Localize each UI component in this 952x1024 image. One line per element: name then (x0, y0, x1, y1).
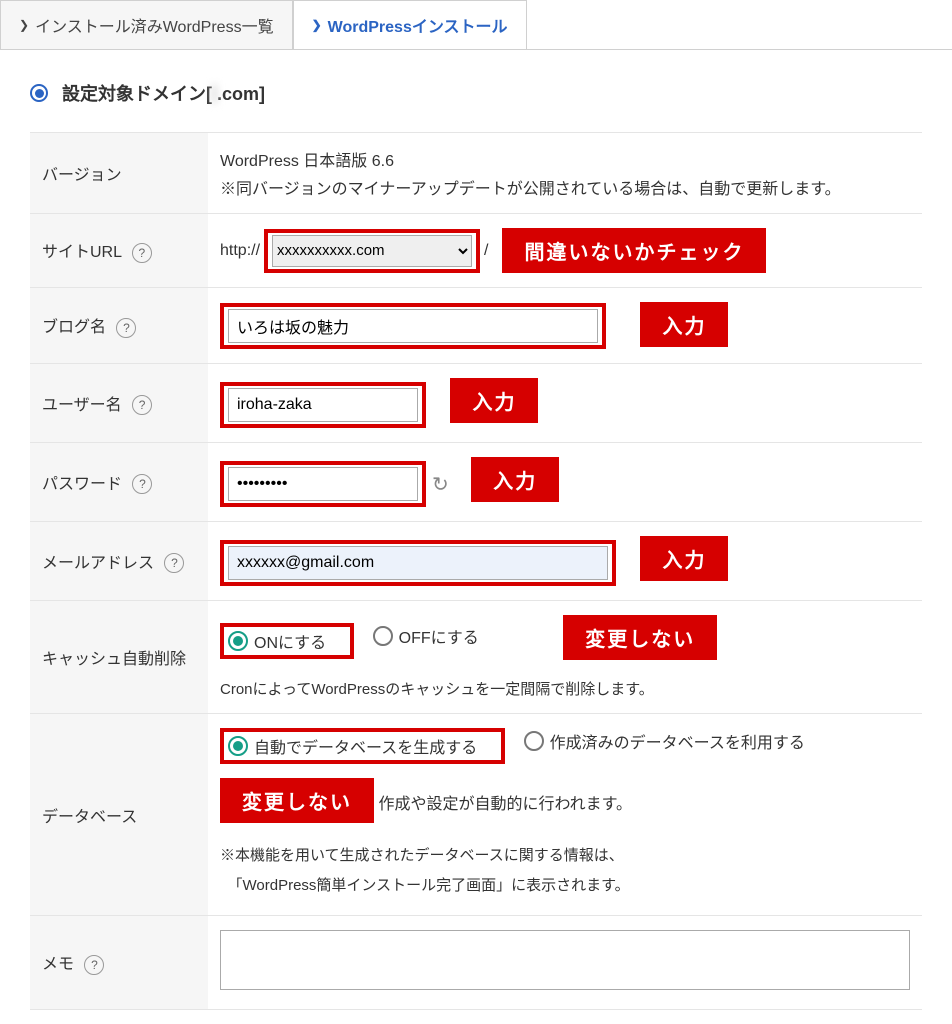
help-icon[interactable]: ? (116, 318, 136, 338)
username-label: ユーザー名 (42, 397, 122, 414)
radio-off-icon (524, 731, 544, 751)
tabs: ❯ インストール済みWordPress一覧 ❯ WordPressインストール (0, 0, 952, 50)
cache-note: CronによってWordPressのキャッシュを一定間隔で削除します。 (220, 678, 910, 699)
row-cache-th: キャッシュ自動削除 (30, 601, 208, 714)
content: 設定対象ドメイン[ .com] バージョン WordPress 日本語版 6.6… (0, 50, 952, 1010)
help-icon[interactable]: ? (132, 243, 152, 263)
row-memo-th: メモ ? (30, 916, 208, 1010)
url-slash: / (484, 242, 488, 260)
tab-label: インストール済みWordPress一覧 (35, 13, 274, 37)
row-db-td: 自動でデータベースを生成する 作成済みのデータベースを利用する 変更しない 作成… (208, 714, 922, 916)
row-version-th: バージョン (30, 133, 208, 214)
row-siteurl-td: http:// xxxxxxxxxx.com / 間違いないかチェック (208, 214, 922, 288)
callout-nochange: 変更しない (220, 778, 374, 823)
help-icon[interactable]: ? (84, 955, 104, 975)
row-password-td: ↻ 入力 (208, 443, 922, 522)
radio-selected-icon[interactable] (30, 84, 48, 102)
row-memo-td (208, 916, 922, 1010)
cache-on-label: ONにする (254, 629, 326, 653)
target-domain-row: 設定対象ドメイン[ .com] (30, 80, 922, 133)
callout-input: 入力 (450, 378, 538, 423)
db-auto-option[interactable]: 自動でデータベースを生成する (228, 734, 477, 758)
callout-input: 入力 (640, 302, 728, 347)
cache-on-option[interactable]: ONにする (228, 629, 326, 653)
row-db-th: データベース (30, 714, 208, 916)
password-input[interactable] (228, 467, 418, 501)
row-version-td: WordPress 日本語版 6.6 ※同バージョンのマイナーアップデートが公開… (208, 133, 922, 214)
callout-box-cache: ONにする (220, 623, 354, 659)
chevron-down-icon: ❯ (312, 18, 322, 32)
domain-label: 設定対象ドメイン[ .com] (62, 80, 265, 106)
memo-input[interactable] (220, 930, 910, 990)
version-text: WordPress 日本語版 6.6 (220, 147, 910, 171)
callout-box-email (220, 540, 616, 586)
domain-prefix: 設定対象ドメイン[ (62, 84, 212, 104)
db-note-2: 「WordPress簡単インストール完了画面」に表示されます。 (220, 871, 910, 901)
username-input[interactable] (228, 388, 418, 422)
blogname-label: ブログ名 (42, 319, 106, 336)
db-note-1: ※本機能を用いて生成されたデータベースに関する情報は、 (220, 841, 910, 871)
blogname-input[interactable] (228, 309, 598, 343)
chevron-right-icon: ❯ (19, 18, 29, 32)
tab-installed-list[interactable]: ❯ インストール済みWordPress一覧 (0, 0, 293, 49)
tab-label: WordPressインストール (328, 13, 508, 37)
db-existing-option[interactable]: 作成済みのデータベースを利用する (524, 729, 805, 753)
row-blogname-th: ブログ名 ? (30, 288, 208, 364)
domain-select[interactable]: xxxxxxxxxx.com (272, 235, 472, 267)
radio-on-icon (228, 736, 248, 756)
callout-box-blogname (220, 303, 606, 349)
tab-install[interactable]: ❯ WordPressインストール (293, 0, 527, 49)
siteurl-label: サイトURL (42, 244, 121, 261)
domain-masked (212, 84, 217, 104)
db-note: ※本機能を用いて生成されたデータベースに関する情報は、 「WordPress簡単… (220, 841, 910, 901)
refresh-icon[interactable]: ↻ (432, 472, 449, 497)
row-username-td: 入力 (208, 364, 922, 443)
db-tail-text: 作成や設定が自動的に行われます。 (378, 796, 632, 813)
row-username-th: ユーザー名 ? (30, 364, 208, 443)
callout-box-password (220, 461, 426, 507)
password-label: パスワード (42, 476, 122, 493)
row-email-th: メールアドレス ? (30, 522, 208, 601)
email-input[interactable] (228, 546, 608, 580)
domain-suffix: .com] (217, 84, 265, 104)
cache-off-label: OFFにする (399, 624, 479, 648)
radio-off-icon (373, 626, 393, 646)
callout-box-username (220, 382, 426, 428)
row-email-td: 入力 (208, 522, 922, 601)
email-label: メールアドレス (42, 555, 154, 572)
callout-nochange: 変更しない (563, 615, 717, 660)
callout-check: 間違いないかチェック (502, 228, 766, 273)
db-auto-label: 自動でデータベースを生成する (254, 734, 477, 758)
row-cache-td: ONにする OFFにする 変更しない CronによってWordPressのキャッ… (208, 601, 922, 714)
help-icon[interactable]: ? (164, 553, 184, 573)
cache-off-option[interactable]: OFFにする (373, 624, 479, 648)
help-icon[interactable]: ? (132, 474, 152, 494)
db-existing-label: 作成済みのデータベースを利用する (550, 729, 805, 753)
callout-input: 入力 (640, 536, 728, 581)
callout-box-url: xxxxxxxxxx.com (264, 229, 480, 273)
url-proto: http:// (220, 242, 260, 260)
callout-input: 入力 (471, 457, 559, 502)
version-note: ※同バージョンのマイナーアップデートが公開されている場合は、自動で更新します。 (220, 175, 910, 199)
radio-on-icon (228, 631, 248, 651)
memo-label: メモ (42, 956, 74, 973)
callout-box-db: 自動でデータベースを生成する (220, 728, 505, 764)
settings-table: バージョン WordPress 日本語版 6.6 ※同バージョンのマイナーアップ… (30, 133, 922, 1010)
row-siteurl-th: サイトURL ? (30, 214, 208, 288)
row-blogname-td: 入力 (208, 288, 922, 364)
row-password-th: パスワード ? (30, 443, 208, 522)
help-icon[interactable]: ? (132, 395, 152, 415)
